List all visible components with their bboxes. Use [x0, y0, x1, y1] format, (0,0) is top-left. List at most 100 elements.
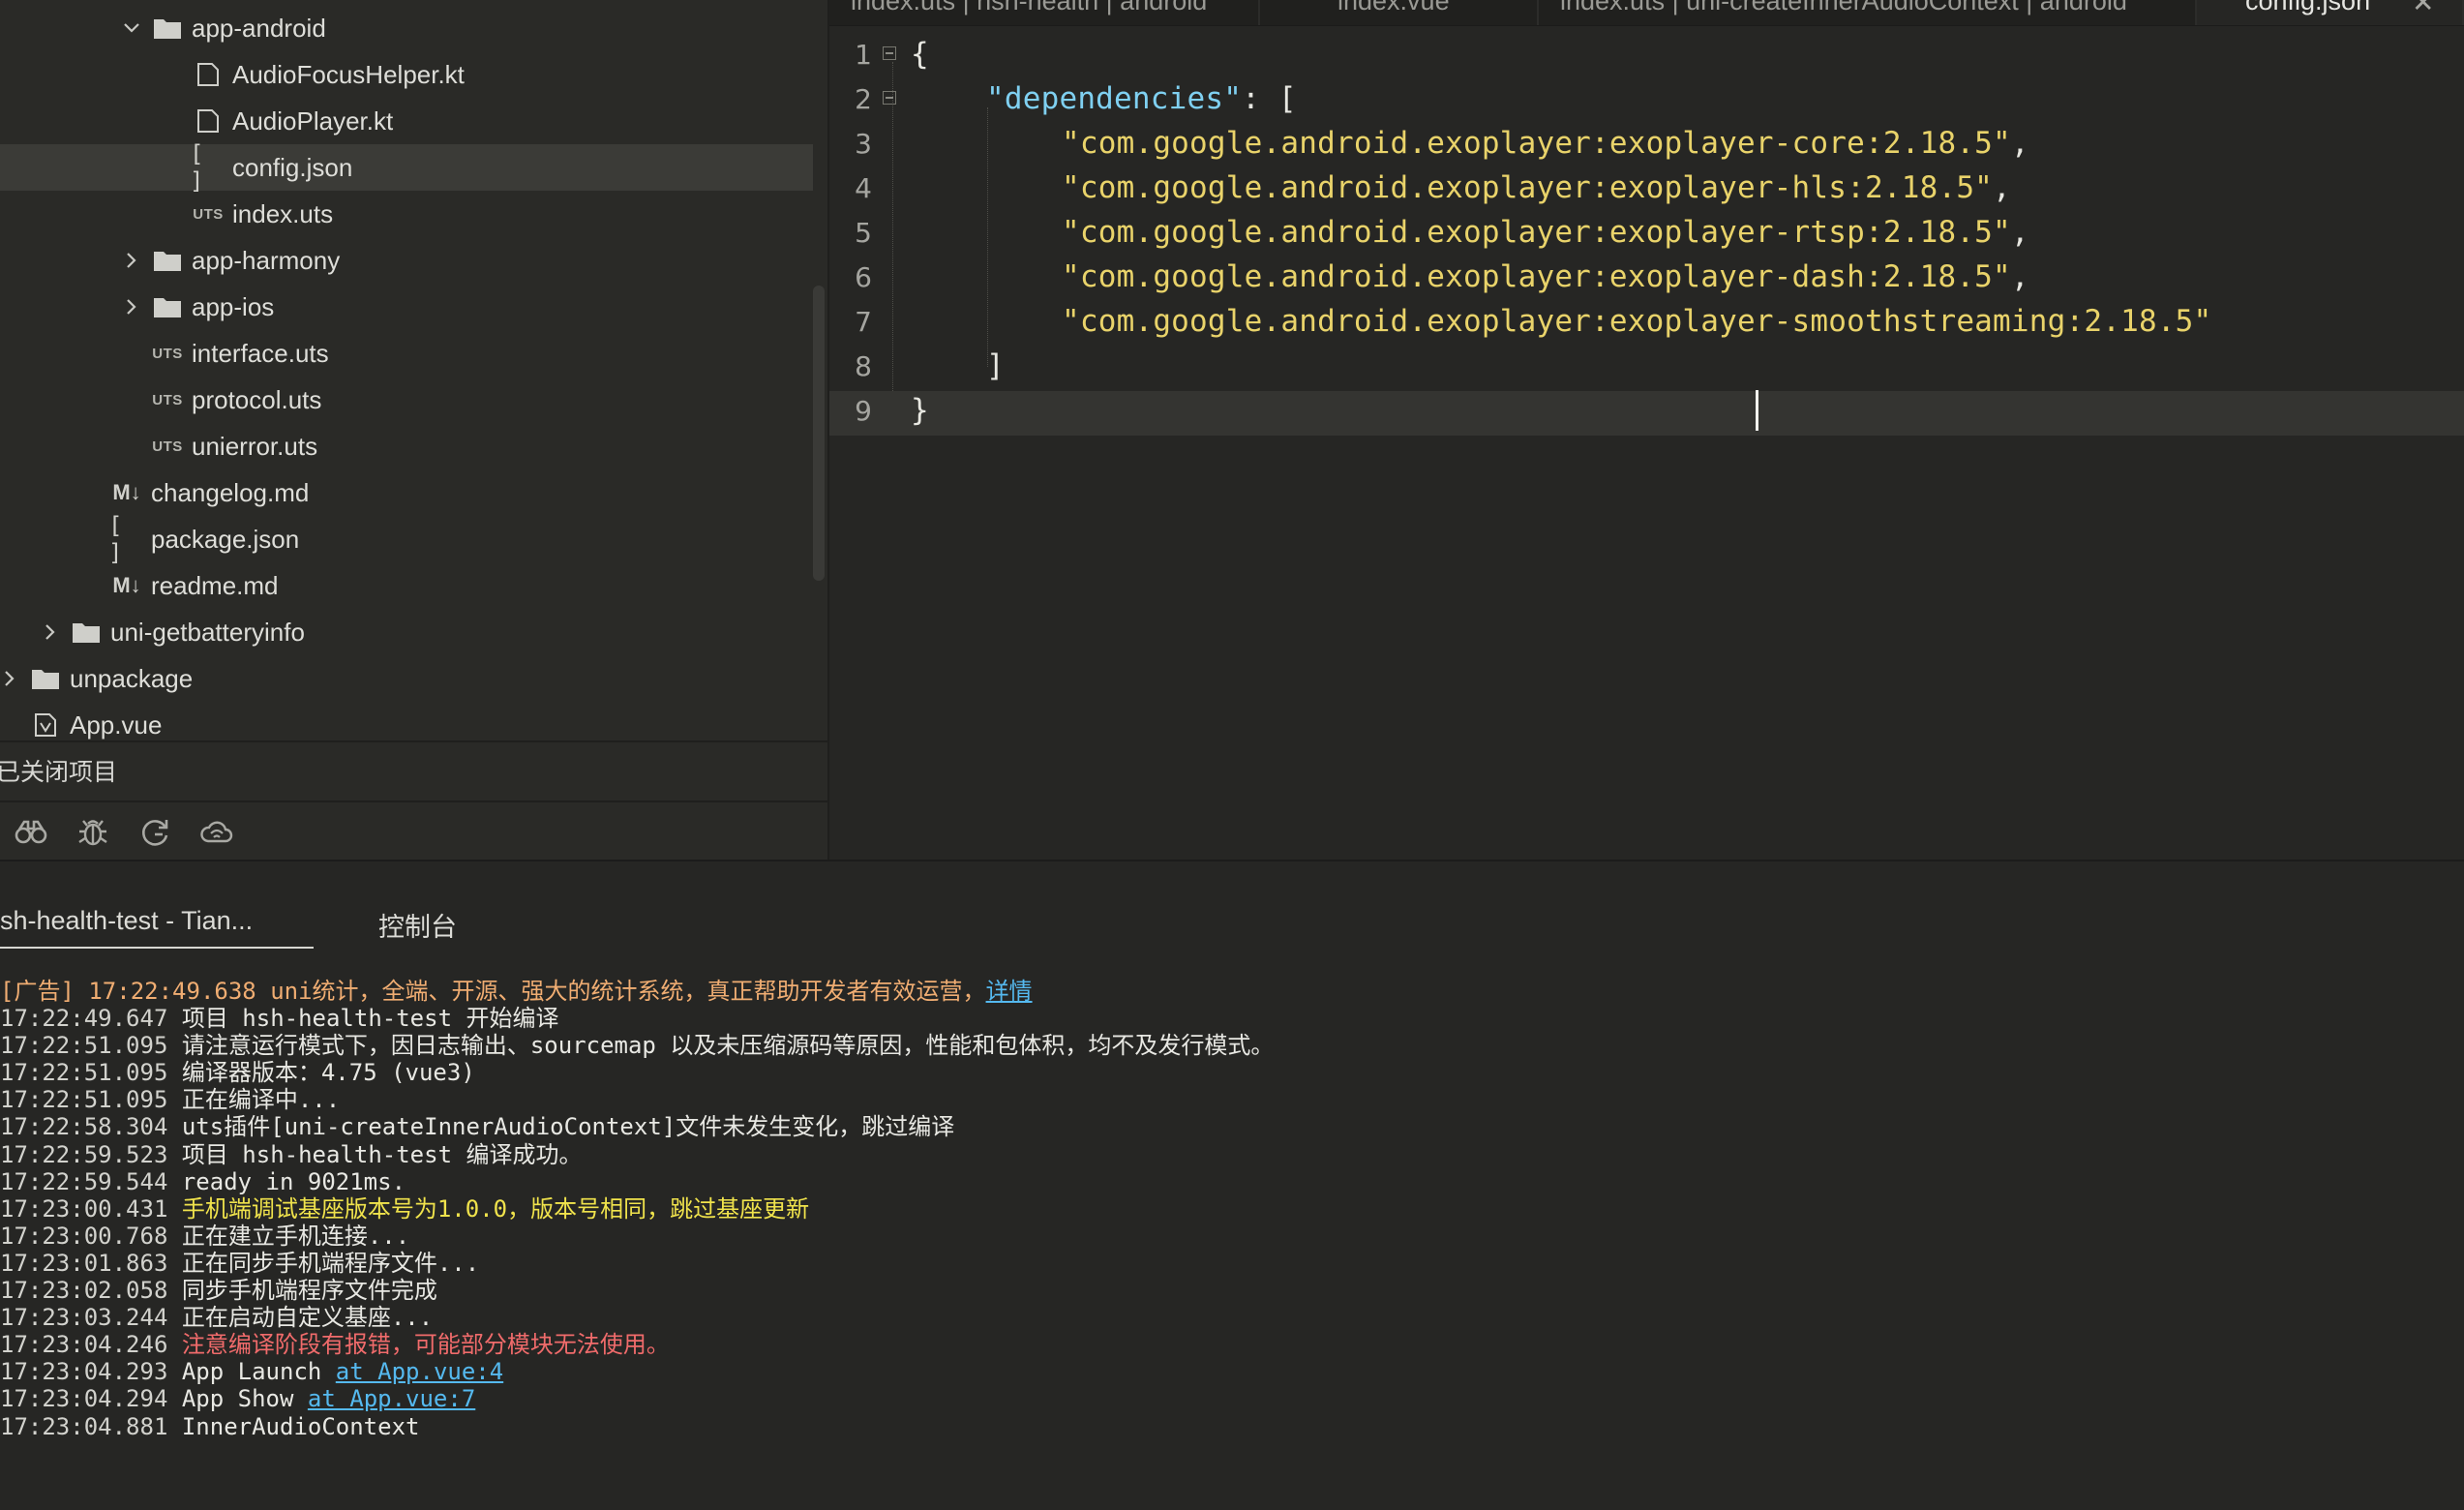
- log-message: uts插件[uni-createInnerAudioContext]文件未发生变…: [181, 1113, 955, 1141]
- code-line[interactable]: 2 "dependencies": [: [829, 79, 2464, 124]
- tree-item-audiofocushelper-kt[interactable]: AudioFocusHelper.kt: [0, 51, 813, 98]
- refresh-g-icon[interactable]: [137, 814, 172, 849]
- console-log-line: 17:23:03.244 正在启动自定义基座...: [0, 1304, 2464, 1331]
- log-timestamp: 17:23:03.244: [0, 1304, 168, 1332]
- close-tab-icon[interactable]: ✕: [2412, 0, 2434, 18]
- log-link[interactable]: at App.vue:4: [336, 1358, 503, 1385]
- tree-item-uni-getbatteryinfo[interactable]: uni-getbatteryinfo: [0, 609, 813, 655]
- code-line[interactable]: 8]: [829, 347, 2464, 391]
- code-line[interactable]: 1{: [829, 35, 2464, 79]
- uts-file-icon: UTS: [152, 391, 183, 408]
- log-timestamp: [广告] 17:22:49.638: [0, 978, 256, 1005]
- log-timestamp: 17:23:04.293: [0, 1358, 168, 1386]
- log-message: InnerAudioContext: [181, 1412, 420, 1440]
- markdown-file-icon: M↓: [112, 480, 141, 504]
- code-line[interactable]: 9}: [829, 391, 2464, 436]
- folder-icon: [27, 664, 64, 693]
- tree-item-label: AudioFocusHelper.kt: [232, 59, 465, 89]
- json-string: "com.google.android.exoplayer:exoplayer-…: [1062, 215, 2011, 250]
- console-log-line: [广告] 17:22:49.638 uni统计，全端、开源、强大的统计系统，真正…: [0, 978, 2464, 1005]
- code-text: "com.google.android.exoplayer:exoplayer-…: [1062, 304, 2211, 339]
- cloud-icon[interactable]: [199, 814, 234, 849]
- tree-item-audioplayer-kt[interactable]: AudioPlayer.kt: [0, 98, 813, 144]
- code-editor: index.uts | hsh-health | android index.v…: [829, 0, 2464, 860]
- code-text: "com.google.android.exoplayer:exoplayer-…: [1062, 126, 2029, 161]
- fold-toggle-icon[interactable]: [883, 91, 896, 105]
- code-line[interactable]: 5 "com.google.android.exoplayer:exoplayer…: [829, 213, 2464, 257]
- log-separator: [167, 1086, 181, 1113]
- log-separator: [167, 1223, 181, 1250]
- code-line[interactable]: 6 "com.google.android.exoplayer:exoplayer…: [829, 257, 2464, 302]
- code-line[interactable]: 4 "com.google.android.exoplayer:exoplayer…: [829, 168, 2464, 213]
- chevron-right-icon[interactable]: [120, 249, 143, 272]
- console-output[interactable]: [广告] 17:22:49.638 uni统计，全端、开源、强大的统计系统，真正…: [0, 978, 2464, 1510]
- sidebar-scrollbar[interactable]: [813, 286, 825, 581]
- chevron-down-icon[interactable]: [120, 16, 143, 40]
- tab-run-console[interactable]: sh-health-test - Tian...: [0, 906, 253, 936]
- tree-item-app-android[interactable]: app-android: [0, 5, 813, 51]
- tree-item-unpackage[interactable]: unpackage: [0, 655, 813, 702]
- log-link[interactable]: at App.vue:7: [308, 1385, 475, 1412]
- chevron-right-icon[interactable]: [120, 295, 143, 318]
- tree-item-app-harmony[interactable]: app-harmony: [0, 237, 813, 284]
- log-separator: [167, 1358, 181, 1385]
- tab-console[interactable]: 控制台: [378, 906, 457, 944]
- chevron-right-icon[interactable]: [39, 620, 62, 644]
- console-log-line: 17:22:59.523 项目 hsh-health-test 编译成功。: [0, 1141, 2464, 1168]
- log-link[interactable]: 详情: [986, 978, 1033, 1005]
- tab-label: index.uts | uni-createInnerAudioContext …: [1560, 0, 2127, 15]
- tree-item-app-vue[interactable]: App.vue: [0, 702, 813, 740]
- code-area[interactable]: 1{2 "dependencies": [3 "com.google.android…: [829, 35, 2464, 461]
- json-punctuation: ,: [2010, 259, 2029, 294]
- log-timestamp: 17:22:58.304: [0, 1113, 168, 1141]
- log-separator: [167, 1032, 181, 1059]
- editor-tab-bar: index.uts | hsh-health | android index.v…: [829, 0, 2464, 26]
- tab-index-vue[interactable]: index.vue: [1260, 0, 1539, 25]
- chevron-right-icon[interactable]: [0, 667, 21, 690]
- json-punctuation: ,: [2010, 215, 2029, 250]
- log-timestamp: 17:23:02.058: [0, 1277, 168, 1305]
- log-timestamp: 17:22:59.544: [0, 1167, 168, 1195]
- code-line[interactable]: 3 "com.google.android.exoplayer:exoplayer…: [829, 124, 2464, 168]
- tree-item-interface-uts[interactable]: UTS interface.uts: [0, 330, 813, 377]
- json-punctuation: {: [911, 37, 929, 72]
- log-message: ready in 9021ms.: [181, 1167, 406, 1195]
- tree-item-unierror-uts[interactable]: UTS unierror.uts: [0, 423, 813, 469]
- tree-item-label: app-android: [192, 13, 326, 43]
- tree-item-app-ios[interactable]: app-ios: [0, 284, 813, 330]
- tree-item-readme-md[interactable]: M↓ readme.md: [0, 562, 813, 609]
- log-message: 正在启动自定义基座...: [181, 1304, 434, 1332]
- line-number: 5: [855, 217, 872, 249]
- tab-index-uts-hsh-health[interactable]: index.uts | hsh-health | android: [829, 0, 1260, 25]
- uts-file-icon: UTS: [152, 438, 183, 455]
- active-tab-indicator: [0, 947, 314, 949]
- log-message: 编译器版本：4.75 (vue3): [181, 1059, 475, 1087]
- file-icon: [190, 106, 226, 136]
- line-number: 8: [855, 350, 872, 382]
- tree-item-package-json[interactable]: [ ] package.json: [0, 512, 813, 566]
- tab-label: index.uts | hsh-health | android: [851, 0, 1208, 15]
- code-line[interactable]: 7 "com.google.android.exoplayer:exoplayer…: [829, 302, 2464, 347]
- log-separator: [167, 1413, 181, 1440]
- tree-item-label: app-ios: [192, 291, 275, 321]
- json-string: "com.google.android.exoplayer:exoplayer-…: [1062, 259, 2011, 294]
- code-text: "com.google.android.exoplayer:exoplayer-…: [1062, 215, 2029, 250]
- tree-item-label: index.uts: [232, 198, 334, 228]
- binoculars-icon[interactable]: [14, 814, 48, 849]
- file-icon: [190, 60, 226, 89]
- log-message: App Show: [181, 1385, 308, 1413]
- json-string: "com.google.android.exoplayer:exoplayer-…: [1062, 126, 2011, 161]
- tab-index-uts-create-inner-audio[interactable]: index.uts | uni-createInnerAudioContext …: [1539, 0, 2197, 25]
- closed-projects-header[interactable]: 已关闭项目: [0, 740, 827, 799]
- tree-item-config-json[interactable]: [ ] config.json: [0, 140, 813, 195]
- uts-file-icon: UTS: [193, 205, 224, 223]
- line-number: 1: [855, 39, 872, 71]
- tree-item-index-uts[interactable]: UTS index.uts: [0, 191, 813, 237]
- fold-toggle-icon[interactable]: [883, 46, 896, 60]
- tree-item-label: app-harmony: [192, 245, 341, 275]
- tree-item-protocol-uts[interactable]: UTS protocol.uts: [0, 377, 813, 423]
- bug-icon[interactable]: [75, 814, 110, 849]
- file-tree: app-android AudioFocusHelper.kt AudioPlaye…: [0, 0, 813, 740]
- tree-item-changelog-md[interactable]: M↓ changelog.md: [0, 469, 813, 516]
- log-message: uni统计，全端、开源、强大的统计系统，真正帮助开发者有效运营，: [270, 978, 986, 1005]
